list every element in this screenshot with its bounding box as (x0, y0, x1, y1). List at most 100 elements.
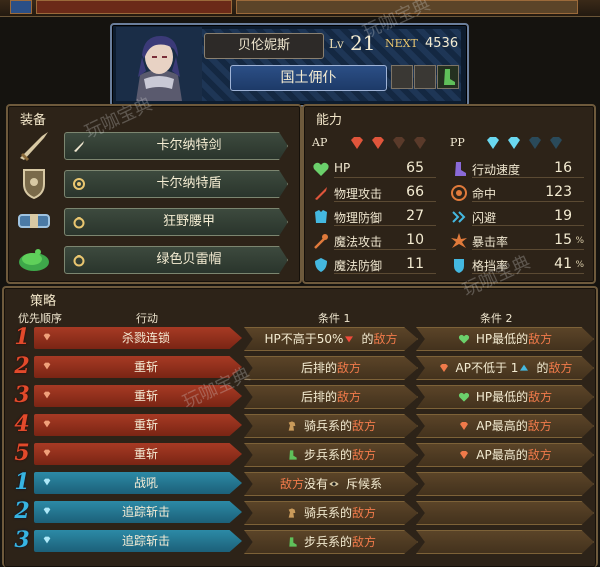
target-icon (451, 185, 467, 201)
stat-icon-wrap (312, 208, 330, 226)
condition-target: 敌方 (352, 448, 377, 462)
stat-row-left: 物理防御 27 (312, 206, 444, 228)
stat-label: 命中 (472, 187, 497, 201)
condition-text: 步兵系的敌方 (245, 444, 417, 466)
condition-text: 敌方没有 斥候系 (245, 473, 417, 495)
condition-text: AP最高的敌方 (417, 444, 593, 466)
equip-slot-weapon[interactable]: 卡尔纳特剑 (16, 128, 298, 162)
gem-icon (43, 420, 51, 428)
action-button[interactable]: 杀戮连锁 (34, 327, 242, 349)
stat-label: 闪避 (472, 211, 497, 225)
empty-slot-1[interactable] (391, 65, 413, 89)
pp-gem-row (484, 134, 574, 150)
equip-slot-belt[interactable]: 狂野腰甲 (16, 204, 298, 238)
boot-slot[interactable] (437, 65, 459, 89)
stat-value: 65 (406, 160, 424, 176)
condition-2-button[interactable] (416, 501, 594, 525)
strategy-row[interactable]: 3 追踪斩击 步兵系的敌方 (10, 527, 594, 554)
dodge-icon (452, 211, 466, 223)
equip-slot-hat[interactable]: 绿色贝雷帽 (16, 242, 298, 276)
priority-number: 5 (14, 440, 30, 466)
condition-phrase: HP最低的 (475, 332, 529, 346)
col-action-header: 行动 (136, 312, 158, 325)
condition-2-button[interactable]: AP最高的敌方 (416, 414, 594, 438)
stat-underline (334, 249, 436, 250)
strategy-row[interactable]: 1 杀戮连锁 HP不高于50% 的敌方 HP最低的敌方 (10, 324, 594, 351)
condition-1-button[interactable]: 步兵系的敌方 (244, 530, 418, 554)
stat-label: 魔法攻击 (334, 235, 383, 249)
action-button[interactable]: 重斩 (34, 414, 242, 436)
condition-2-button[interactable]: AP不低于 1 的敌方 (416, 356, 594, 380)
equip-slot-shield[interactable]: 卡尔纳特盾 (16, 166, 298, 200)
condition-2-button[interactable]: HP最低的敌方 (416, 327, 594, 351)
boot-icon (289, 450, 297, 460)
condition-target: 敌方 (528, 332, 553, 346)
gem-icon (43, 478, 51, 486)
condition-1-button[interactable]: 敌方没有 斥候系 (244, 472, 418, 496)
condition-1-button[interactable]: 后排的敌方 (244, 356, 418, 380)
condition-target: 敌方 (528, 390, 553, 404)
condition-phrase: 步兵系的 (303, 448, 352, 462)
stat-icon-wrap (450, 232, 468, 250)
condition-2-button[interactable]: AP最高的敌方 (416, 443, 594, 467)
action-button[interactable]: 重斩 (34, 356, 242, 378)
gem-icon (458, 417, 470, 430)
condition-2-button[interactable] (416, 472, 594, 496)
stat-icon-wrap (312, 256, 330, 274)
sword-stat-icon (315, 187, 327, 200)
strategy-row[interactable]: 3 重斩 后排的敌方 HP最低的敌方 (10, 382, 594, 409)
condition-text: AP不低于 1 的敌方 (417, 357, 593, 379)
condition-phrase: HP最低的 (475, 390, 529, 404)
strategy-row[interactable]: 1 战吼 敌方没有 斥候系 (10, 469, 594, 496)
equip-plate-shield: 卡尔纳特盾 (64, 170, 288, 198)
condition-phrase: 的 (536, 361, 549, 375)
action-button[interactable]: 追踪斩击 (34, 501, 242, 523)
down-arrow-icon (345, 336, 354, 343)
gem-icon (43, 449, 51, 457)
condition-1-button[interactable]: 步兵系的敌方 (244, 443, 418, 467)
beret-icon (19, 249, 49, 271)
condition-1-button[interactable]: 骑兵系的敌方 (244, 414, 418, 438)
condition-1-button[interactable]: HP不高于50% 的敌方 (244, 327, 418, 351)
stat-icon-wrap (450, 256, 468, 274)
condition-phrase: 骑兵系的 (303, 506, 352, 520)
action-button[interactable]: 重斩 (34, 385, 242, 407)
condition-text: HP最低的敌方 (417, 328, 593, 350)
boot-icon (444, 69, 455, 85)
stat-value: 27 (406, 208, 424, 224)
next-exp-value: 4536 (425, 36, 459, 51)
stat-value: 123 (545, 184, 572, 200)
burst-icon (451, 233, 467, 248)
horse-icon (286, 504, 298, 518)
boot-icon (286, 446, 298, 460)
condition-1-button[interactable]: 后排的敌方 (244, 385, 418, 409)
action-button[interactable]: 重斩 (34, 443, 242, 465)
strategy-row[interactable]: 2 重斩 后排的敌方 AP不低于 1 的敌方 (10, 353, 594, 380)
action-label: 杀戮连锁 (121, 331, 170, 345)
stat-icon-wrap (312, 160, 330, 178)
strategy-title: 策略 (30, 294, 57, 309)
condition-1-button[interactable]: 骑兵系的敌方 (244, 501, 418, 525)
strategy-row[interactable]: 2 追踪斩击 骑兵系的敌方 (10, 498, 594, 525)
strategy-panel: 策略 优先顺序 行动 条件 1 条件 2 1 杀戮连锁 HP不高于50% 的敌方 HP最… (2, 286, 598, 567)
stat-underline (334, 201, 436, 202)
equip-name-weapon: 卡尔纳特剑 (156, 138, 222, 153)
condition-phrase: 后排的 (300, 390, 337, 404)
action-button[interactable]: 战吼 (34, 472, 242, 494)
boot-icon (286, 533, 298, 547)
stat-underline (334, 225, 436, 226)
condition-2-button[interactable] (416, 530, 594, 554)
action-button[interactable]: 追踪斩击 (34, 530, 242, 552)
condition-2-button[interactable]: HP最低的敌方 (416, 385, 594, 409)
condition-target: 敌方 (352, 506, 377, 520)
priority-number: 3 (14, 527, 30, 553)
condition-text: 步兵系的敌方 (245, 531, 417, 553)
cutoff-brown-bar (236, 0, 578, 14)
empty-slot-2[interactable] (414, 65, 436, 89)
strategy-row[interactable]: 4 重斩 骑兵系的敌方 AP最高的敌方 (10, 411, 594, 438)
stat-label: 暴击率 (472, 235, 509, 249)
strategy-row[interactable]: 5 重斩 步兵系的敌方 AP最高的敌方 (10, 440, 594, 467)
stat-icon-wrap (312, 232, 330, 250)
stat-underline (334, 273, 436, 274)
wand-icon (314, 234, 328, 249)
